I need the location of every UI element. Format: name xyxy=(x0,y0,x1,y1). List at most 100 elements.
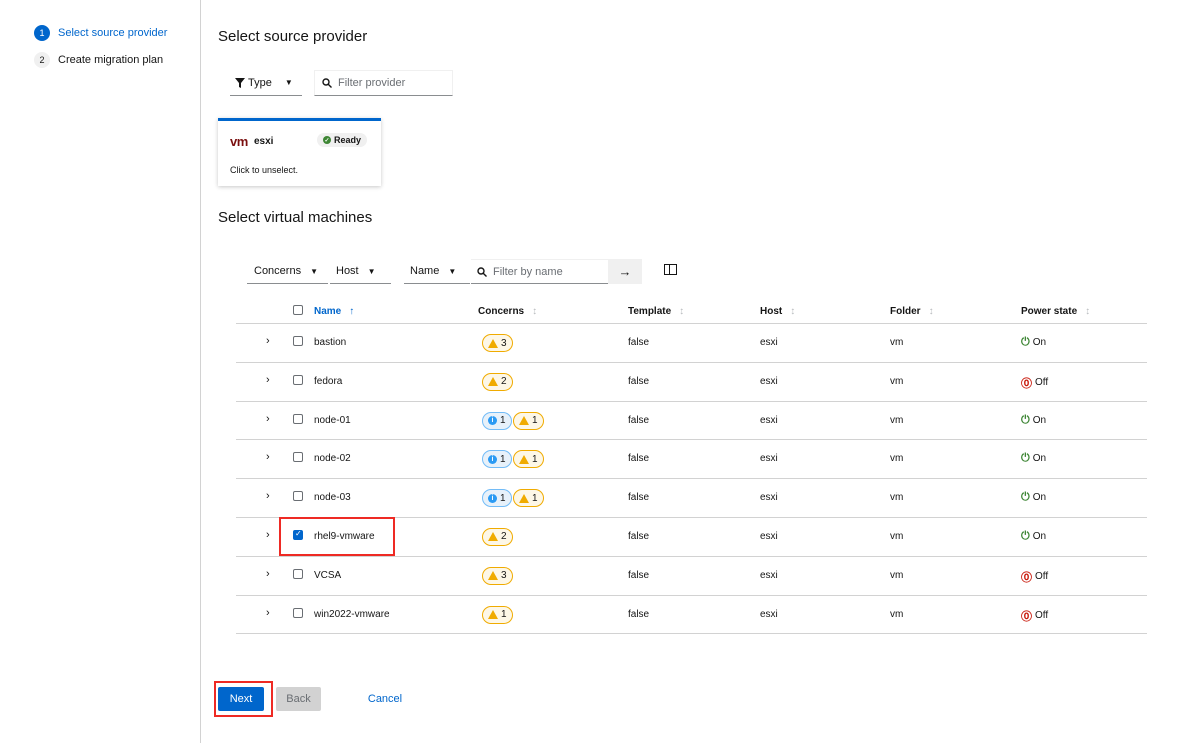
table-row[interactable]: › node-02 i 1 1 false esxi vm ⏻ On xyxy=(236,440,1147,480)
power-state-label: On xyxy=(1032,453,1047,465)
expand-row-icon[interactable]: › xyxy=(266,607,270,619)
sort-icon: ↕ xyxy=(679,306,685,317)
vm-name: node-02 xyxy=(314,453,351,465)
expand-row-icon[interactable]: › xyxy=(266,413,270,425)
warning-icon xyxy=(488,571,498,581)
warning-count: 1 xyxy=(501,609,507,621)
caret-down-icon: ▼ xyxy=(448,266,457,276)
vm-template: false xyxy=(628,608,650,620)
row-checkbox[interactable] xyxy=(293,568,303,579)
sort-icon: ↕ xyxy=(928,306,934,317)
expand-row-icon[interactable]: › xyxy=(266,490,270,502)
vm-host: esxi xyxy=(760,569,778,581)
info-icon: i xyxy=(488,493,497,503)
power-on-icon: ⏻ xyxy=(1021,336,1030,348)
warning-icon xyxy=(519,416,529,426)
vm-template: false xyxy=(628,414,650,426)
attribute-select-dropdown[interactable]: Name ▼ xyxy=(404,259,470,284)
column-header-power-state[interactable]: Power state ↕ xyxy=(1021,306,1090,317)
table-row[interactable]: › bastion 3 false esxi vm ⏻ On xyxy=(236,324,1147,363)
provider-card-esxi[interactable]: vm esxi ✓ Ready Click to unselect. xyxy=(218,118,381,186)
filter-icon xyxy=(235,77,245,88)
back-button[interactable]: Back xyxy=(276,687,321,711)
power-state: ⏻ On xyxy=(1021,491,1046,504)
column-header-concerns[interactable]: Concerns ↕ xyxy=(478,306,537,317)
select-all-checkbox[interactable] xyxy=(293,305,303,315)
info-count: 1 xyxy=(500,415,506,427)
table-row[interactable]: › fedora 2 false esxi vm ⓪ Off xyxy=(236,363,1147,402)
provider-filter-input[interactable]: Filter provider xyxy=(314,70,453,96)
wizard-step-create-plan[interactable]: 2 Create migration plan xyxy=(34,52,163,68)
expand-row-icon[interactable]: › xyxy=(266,335,270,347)
step-label: Select source provider xyxy=(58,27,168,39)
apply-filter-button[interactable]: → xyxy=(608,259,642,284)
table-body: › bastion 3 false esxi vm ⏻ On › fedora 2 false esxi… xyxy=(236,324,1147,635)
column-header-folder[interactable]: Folder ↕ xyxy=(890,306,934,317)
warning-concern-badge[interactable]: 1 xyxy=(513,411,544,430)
power-on-icon: ⏻ xyxy=(1021,491,1030,504)
row-checkbox[interactable] xyxy=(293,413,303,424)
vm-folder: vm xyxy=(890,453,904,465)
power-state: ⓪ Off xyxy=(1021,375,1048,391)
table-row[interactable]: › VCSA 3 false esxi vm ⓪ Off xyxy=(236,557,1147,596)
vm-name-filter-input[interactable]: Filter by name xyxy=(471,259,608,284)
warning-concern-badge[interactable]: 2 xyxy=(482,372,513,391)
vm-template: false xyxy=(628,453,650,465)
vm-template: false xyxy=(628,375,650,387)
caret-down-icon: ▼ xyxy=(284,78,293,87)
vm-name: node-01 xyxy=(314,414,351,426)
next-button[interactable]: Next xyxy=(218,687,264,711)
warning-concern-badge[interactable]: 1 xyxy=(513,450,544,469)
warning-count: 3 xyxy=(501,570,507,582)
cancel-button[interactable]: Cancel xyxy=(360,687,410,711)
warning-count: 1 xyxy=(532,492,538,504)
row-checkbox[interactable] xyxy=(293,452,303,463)
column-label: Name xyxy=(314,306,342,317)
manage-columns-icon[interactable] xyxy=(664,264,677,275)
table-row[interactable]: › win2022-vmware 1 false esxi vm ⓪ Off xyxy=(236,596,1147,635)
warning-concern-badge[interactable]: 1 xyxy=(482,605,513,624)
row-checkbox[interactable] xyxy=(293,491,303,502)
warning-count: 1 xyxy=(532,415,538,427)
table-row[interactable]: › node-03 i 1 1 false esxi vm ⏻ On xyxy=(236,479,1147,518)
vm-folder: vm xyxy=(890,337,904,348)
power-on-icon: ⏻ xyxy=(1021,413,1030,426)
power-state: ⏻ On xyxy=(1021,336,1046,349)
expand-row-icon[interactable]: › xyxy=(266,529,270,541)
expand-row-icon[interactable]: › xyxy=(266,451,270,463)
column-label: Host xyxy=(760,306,783,317)
warning-concern-badge[interactable]: 3 xyxy=(482,334,513,352)
row-checkbox[interactable] xyxy=(293,374,303,385)
wizard-step-select-source[interactable]: 1 Select source provider xyxy=(34,25,167,41)
info-concern-badge[interactable]: i1 xyxy=(482,450,512,469)
warning-concern-badge[interactable]: 1 xyxy=(513,489,544,508)
vmware-logo: vm xyxy=(230,134,248,149)
vm-template: false xyxy=(628,569,650,581)
column-header-template[interactable]: Template ↕ xyxy=(628,306,684,317)
concerns-filter-dropdown[interactable]: Concerns ▼ xyxy=(247,259,328,284)
concerns-filter-label: Concerns xyxy=(254,265,302,277)
table-row[interactable]: › node-01 i 1 1 false esxi vm ⏻ On xyxy=(236,402,1147,441)
row-checkbox[interactable] xyxy=(293,336,303,346)
vm-host: esxi xyxy=(760,492,778,504)
warning-count: 3 xyxy=(501,337,507,349)
info-count: 1 xyxy=(500,492,506,504)
step-label: Create migration plan xyxy=(58,54,164,66)
expand-row-icon[interactable]: › xyxy=(266,374,270,386)
warning-concern-badge[interactable]: 2 xyxy=(482,527,513,546)
warning-concern-badge[interactable]: 3 xyxy=(482,566,513,585)
column-header-name[interactable]: Name ↑ xyxy=(314,306,354,317)
info-concern-badge[interactable]: i1 xyxy=(482,411,512,430)
column-header-host[interactable]: Host ↕ xyxy=(760,306,795,317)
column-label: Concerns xyxy=(478,306,525,317)
info-concern-badge[interactable]: i1 xyxy=(482,489,512,508)
vm-template: false xyxy=(628,337,650,348)
vm-name: win2022-vmware xyxy=(314,608,390,620)
expand-row-icon[interactable]: › xyxy=(266,568,270,580)
warning-icon xyxy=(519,493,529,503)
power-on-icon: ⏻ xyxy=(1021,529,1030,542)
warning-count: 2 xyxy=(501,376,507,388)
type-filter-dropdown[interactable]: Type ▼ xyxy=(230,70,302,96)
row-checkbox[interactable] xyxy=(293,607,303,618)
host-filter-dropdown[interactable]: Host ▼ xyxy=(330,259,391,284)
